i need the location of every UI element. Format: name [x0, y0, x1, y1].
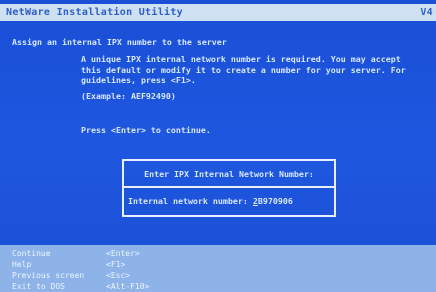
field-label: Internal network number:	[128, 196, 253, 206]
dialog-divider	[124, 186, 334, 188]
key-help-key: <F1>	[106, 260, 126, 269]
key-help-label: Continue	[12, 249, 51, 258]
instruction-line: guidelines, press <F1>.	[81, 75, 196, 85]
key-help-label: Exit to DOS	[12, 282, 65, 291]
dos-screen: NetWare Installation Utility V4 Assign a…	[0, 0, 436, 292]
instruction-line: A unique IPX internal network number is …	[81, 54, 401, 64]
key-help-row[interactable]: Previous screen <Esc>	[0, 271, 436, 281]
example-text: (Example: AEF92490)	[81, 91, 176, 101]
key-help-row[interactable]: Continue <Enter>	[0, 249, 436, 259]
page-heading: Assign an internal IPX number to the ser…	[12, 37, 227, 47]
title-bar: NetWare Installation Utility V4	[0, 4, 436, 21]
key-help-label: Help	[12, 260, 32, 269]
key-help-key: <Enter>	[106, 249, 140, 258]
instruction-line: this default or modify it to create a nu…	[81, 64, 406, 75]
field-value[interactable]: B970906	[258, 196, 293, 206]
version-label: V4	[420, 7, 433, 18]
ipx-number-dialog: Enter IPX Internal Network Number: Inter…	[122, 159, 336, 217]
key-help-key: <Alt-F10>	[106, 282, 150, 291]
key-help-row[interactable]: Exit to DOS <Alt-F10>	[0, 282, 436, 292]
continue-instruction: Press <Enter> to continue.	[81, 125, 211, 135]
app-title: NetWare Installation Utility	[6, 7, 183, 18]
dialog-title: Enter IPX Internal Network Number:	[144, 169, 314, 179]
key-help-key: <Esc>	[106, 271, 131, 280]
instruction-paragraph: A unique IPX internal network number is …	[81, 54, 406, 86]
network-number-field[interactable]: Internal network number: 2B970906	[128, 196, 293, 206]
key-help-row[interactable]: Help <F1>	[0, 260, 436, 270]
key-help-label: Previous screen	[12, 271, 85, 280]
key-help-panel: Continue <Enter> Help <F1> Previous scre…	[0, 245, 436, 292]
